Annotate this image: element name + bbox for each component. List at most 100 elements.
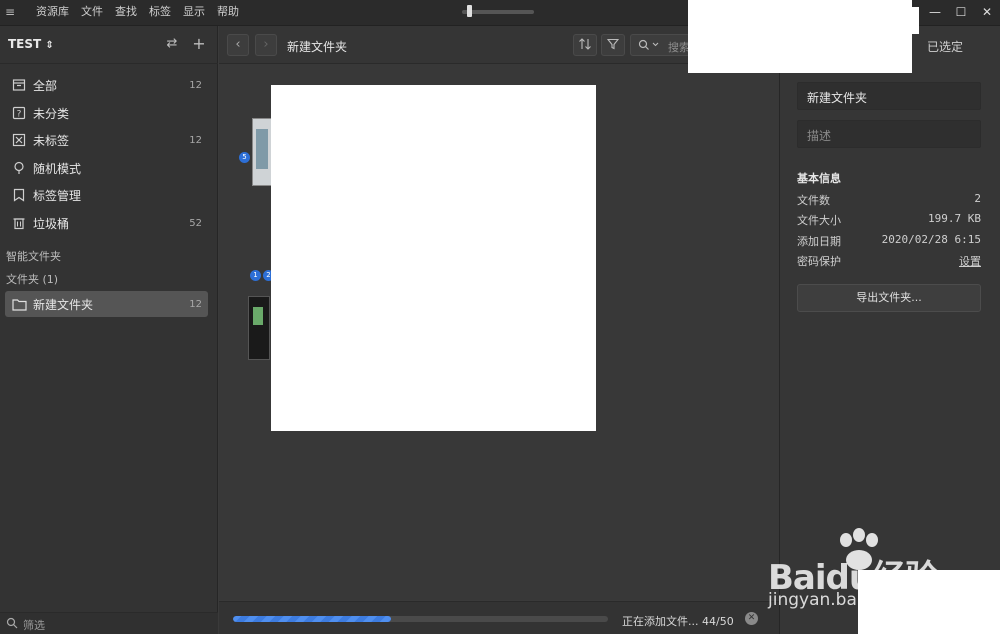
thumbnail-image <box>253 307 263 325</box>
sidebar-item-label: 未分类 <box>33 106 70 121</box>
back-button[interactable]: ‹ <box>227 34 249 56</box>
menu-find[interactable]: 查找 <box>109 0 143 26</box>
sidebar-item-label: 标签管理 <box>33 188 82 203</box>
hamburger-menu-icon[interactable]: ≡ <box>5 5 17 19</box>
export-folder-button[interactable]: 导出文件夹... <box>797 284 981 312</box>
info-key: 密码保护 <box>797 255 841 268</box>
sidebar-item-tag-manager[interactable]: 标签管理 <box>5 182 208 208</box>
thumbnail-item[interactable] <box>248 296 270 360</box>
redaction-block <box>858 570 1000 634</box>
info-key: 文件大小 <box>797 214 841 227</box>
cancel-icon[interactable]: ✕ <box>745 612 758 625</box>
sidebar-item-trash[interactable]: 垃圾桶 52 <box>5 210 208 236</box>
folders-title[interactable]: 文件夹 (1) <box>6 271 58 287</box>
filter-button[interactable] <box>601 34 625 56</box>
sort-icon <box>578 37 592 53</box>
folder-count: 12 <box>189 298 202 310</box>
info-value: 2 <box>974 192 981 205</box>
folder-label: 新建文件夹 <box>33 297 94 312</box>
sidebar: TEST ⇕ ⇄ + 全部 12 ? 未分类 未标签 12 随机模式 标签管理 <box>0 26 218 634</box>
sidebar-item-count: 12 <box>189 79 202 91</box>
sidebar-item-uncategorized[interactable]: ? 未分类 <box>5 100 208 126</box>
bulb-icon <box>10 159 28 177</box>
library-header: TEST ⇕ ⇄ + <box>0 26 218 64</box>
redaction-block <box>688 0 912 73</box>
password-setup-link[interactable]: 设置 <box>959 253 981 269</box>
smart-folders-title[interactable]: 智能文件夹 <box>6 248 61 264</box>
description-placeholder: 描述 <box>807 129 832 143</box>
count-badge: 5 <box>239 152 250 163</box>
search-icon <box>638 39 660 54</box>
progress-fill <box>233 616 391 622</box>
status-text: 正在添加文件... 44/50 <box>622 615 734 628</box>
chevron-right-icon: › <box>263 37 269 52</box>
sidebar-item-count: 52 <box>189 217 202 229</box>
sidebar-item-label: 全部 <box>33 78 58 93</box>
funnel-icon <box>606 38 620 53</box>
sidebar-item-label: 未标签 <box>33 133 70 148</box>
add-icon[interactable]: + <box>190 35 208 53</box>
search-icon <box>6 617 19 630</box>
redaction-block <box>912 7 919 34</box>
sidebar-item-all[interactable]: 全部 12 <box>5 72 208 98</box>
import-progress-bar <box>233 616 608 622</box>
menu-file[interactable]: 文件 <box>75 0 109 26</box>
menu-items: 资源库 文件 查找 标签 显示 帮助 <box>30 0 245 26</box>
menu-help[interactable]: 帮助 <box>211 0 245 26</box>
archive-icon <box>10 76 28 94</box>
menu-library[interactable]: 资源库 <box>30 0 75 26</box>
description-field[interactable]: 描述 <box>797 120 981 148</box>
sort-button[interactable] <box>573 34 597 56</box>
info-row-file-size: 文件大小 199.7 KB <box>797 212 981 228</box>
window-controls: — ☐ ✕ <box>922 0 1000 26</box>
folder-icon <box>10 295 28 313</box>
sidebar-item-count: 12 <box>189 134 202 146</box>
svg-text:?: ? <box>17 110 22 120</box>
sort-updown-icon: ⇕ <box>45 40 54 51</box>
folder-name-field[interactable]: 新建文件夹 <box>797 82 981 110</box>
zoom-slider-track[interactable] <box>462 10 534 14</box>
sync-icon[interactable]: ⇄ <box>163 35 181 53</box>
library-name: TEST <box>8 37 42 51</box>
sidebar-item-label: 垃圾桶 <box>33 216 70 231</box>
sidebar-item-label: 随机模式 <box>33 161 82 176</box>
menu-tags[interactable]: 标签 <box>143 0 177 26</box>
trash-icon <box>10 214 28 232</box>
forward-button[interactable]: › <box>255 34 277 56</box>
info-title: 基本信息 <box>797 172 841 185</box>
content-grid: 5 1 2 <box>219 64 779 600</box>
question-box-icon: ? <box>10 104 28 122</box>
info-key: 添加日期 <box>797 235 841 248</box>
search-input[interactable]: 搜索 <box>630 34 690 56</box>
filter-label: 筛选 <box>23 619 45 632</box>
info-row-password: 密码保护 设置 <box>797 253 981 269</box>
zoom-slider-handle[interactable] <box>467 5 473 17</box>
info-row-file-count: 文件数 2 <box>797 192 981 208</box>
sidebar-item-random[interactable]: 随机模式 <box>5 155 208 181</box>
minimize-icon[interactable]: — <box>922 0 948 26</box>
untagged-icon <box>10 131 28 149</box>
sidebar-item-untagged[interactable]: 未标签 12 <box>5 127 208 153</box>
menu-view[interactable]: 显示 <box>177 0 211 26</box>
status-bar: 正在添加文件... 44/50 ✕ <box>219 601 779 634</box>
close-icon[interactable]: ✕ <box>974 0 1000 26</box>
chevron-left-icon: ‹ <box>235 37 241 52</box>
info-key: 文件数 <box>797 194 830 207</box>
library-switcher[interactable]: TEST ⇕ <box>8 37 54 51</box>
info-value: 2020/02/28 6:15 <box>881 233 981 246</box>
page-title: 新建文件夹 <box>287 40 348 54</box>
thumbnail-item[interactable] <box>252 118 272 186</box>
redaction-overlay <box>271 85 596 431</box>
filter-bar[interactable]: 筛选 <box>0 612 218 634</box>
sidebar-folder-item[interactable]: 新建文件夹 12 <box>5 291 208 317</box>
info-row-date-added: 添加日期 2020/02/28 6:15 <box>797 233 981 249</box>
selected-label: 已选定 <box>927 40 964 54</box>
search-placeholder: 搜索 <box>668 41 690 54</box>
bookmark-icon <box>10 186 28 204</box>
count-badge: 1 <box>250 270 261 281</box>
inspector-panel: 已选定 新建文件夹 描述 基本信息 文件数 2 文件大小 199.7 KB 添加… <box>779 26 1000 634</box>
maximize-icon[interactable]: ☐ <box>948 0 974 26</box>
info-value: 199.7 KB <box>928 212 981 225</box>
folder-name-value: 新建文件夹 <box>807 91 868 105</box>
thumbnail-image <box>256 129 268 169</box>
